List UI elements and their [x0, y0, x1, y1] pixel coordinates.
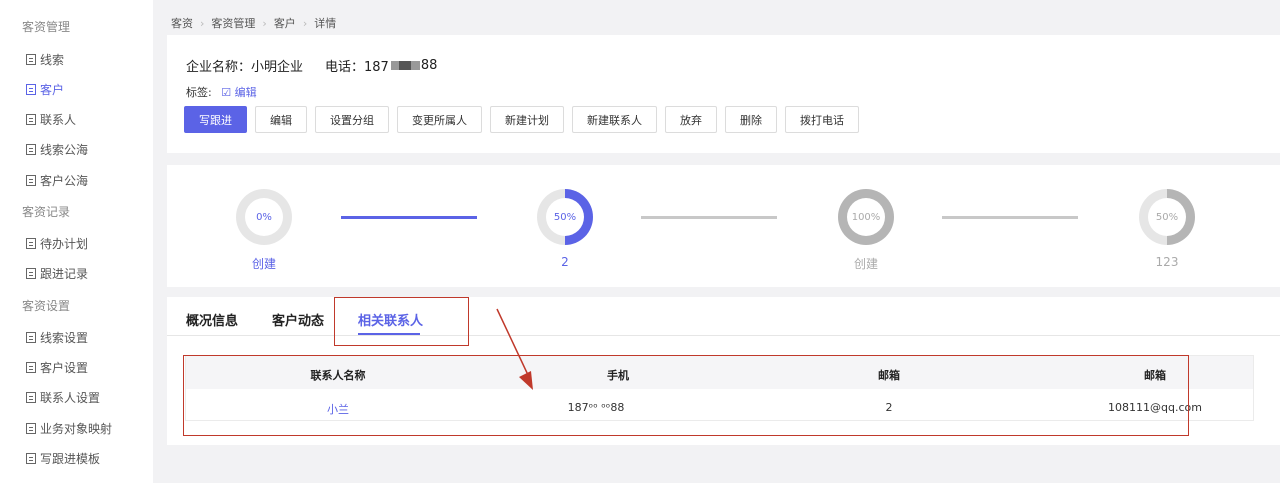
tab-overview[interactable]: 概况信息	[186, 310, 238, 329]
detail-tabs-card: 概况信息 客户动态 相关联系人 联系人名称 手机 邮箱 邮箱 小兰 187ᵒᵒ …	[167, 297, 1280, 445]
contact-phone: 187ᵒᵒ ᵒᵒ88	[567, 401, 625, 414]
contact-email-2: 108111@qq.com	[1108, 401, 1202, 414]
list-icon	[26, 114, 36, 125]
sidebar-item-lead-pool[interactable]: 线索公海	[26, 141, 88, 158]
list-icon	[26, 362, 36, 373]
set-group-button[interactable]: 设置分组	[315, 106, 389, 133]
stage-connector	[942, 216, 1078, 219]
chevron-right-icon: ›	[262, 16, 267, 30]
breadcrumb-item[interactable]: 客资	[171, 15, 193, 31]
breadcrumb-item[interactable]: 客资管理	[211, 15, 255, 31]
sidebar-item-object-mapping[interactable]: 业务对象映射	[26, 420, 112, 437]
redaction-mask	[398, 61, 411, 70]
phone-suffix: 88	[420, 58, 438, 73]
contacts-table: 联系人名称 手机 邮箱 邮箱 小兰 187ᵒᵒ ᵒᵒ88 2 108111@qq…	[185, 355, 1254, 421]
breadcrumb-item-current: 详情	[314, 17, 337, 30]
sidebar-item-followup-records[interactable]: 跟进记录	[26, 265, 88, 282]
list-icon	[26, 332, 36, 343]
edit-button[interactable]: 编辑	[255, 106, 307, 133]
list-icon	[26, 268, 36, 279]
sidebar-group-customer-management: 客资管理	[22, 20, 71, 34]
sidebar-item-contact-settings[interactable]: 联系人设置	[26, 389, 100, 406]
sidebar-item-customer-pool[interactable]: 客户公海	[26, 172, 88, 189]
tab-divider	[167, 335, 1280, 336]
sidebar-item-leads[interactable]: 线索	[26, 51, 64, 68]
edit-icon: ☑	[221, 86, 232, 99]
list-icon	[26, 84, 36, 95]
sidebar-item-lead-settings[interactable]: 线索设置	[26, 329, 88, 346]
list-icon	[26, 144, 36, 155]
list-icon	[26, 453, 36, 464]
phone-number: 电话：187	[325, 60, 389, 75]
contact-name-link[interactable]: 小兰	[268, 401, 408, 417]
breadcrumb-item[interactable]: 客户	[274, 15, 296, 31]
tags-row: 标签: ☑ 编辑	[186, 84, 257, 100]
chevron-right-icon: ›	[200, 16, 205, 30]
abandon-button[interactable]: 放弃	[665, 106, 717, 133]
stage-label: 2	[561, 255, 569, 269]
customer-header-card: 企业名称：小明企业 电话：187 88 标签: ☑ 编辑 写跟进 编辑 设置分组…	[167, 35, 1280, 153]
call-button[interactable]: 拨打电话	[785, 106, 859, 133]
list-icon	[26, 175, 36, 186]
stage-label: 创建	[853, 257, 878, 271]
sidebar-group-records: 客资记录	[22, 205, 71, 219]
list-icon	[26, 392, 36, 403]
sidebar-item-todo-plans[interactable]: 待办计划	[26, 235, 88, 252]
delete-button[interactable]: 删除	[725, 106, 777, 133]
list-icon	[26, 54, 36, 65]
stage-percent: 0%	[245, 198, 283, 236]
main-content: 客资 › 客资管理 › 客户 › 详情 企业名称：小明企业 电话：187 88 …	[153, 0, 1280, 483]
tab-customer-activity[interactable]: 客户动态	[272, 310, 324, 329]
stage-ring: 50%	[537, 189, 593, 245]
list-icon	[26, 238, 36, 249]
list-icon	[26, 423, 36, 434]
customer-title: 企业名称：小明企业 电话：187 88	[186, 56, 437, 75]
write-followup-button[interactable]: 写跟进	[184, 106, 247, 133]
sidebar-item-customer-settings[interactable]: 客户设置	[26, 359, 88, 376]
stage-ring: 0%	[236, 189, 292, 245]
chevron-right-icon: ›	[302, 16, 308, 30]
change-owner-button[interactable]: 变更所属人	[397, 106, 482, 133]
stage-label: 创建	[251, 257, 276, 271]
sidebar-item-contacts[interactable]: 联系人	[26, 111, 76, 128]
redaction-mask	[410, 61, 420, 70]
stage-ring: 100%	[838, 189, 894, 245]
tags-label: 标签:	[186, 86, 212, 99]
stage-label: 123	[1155, 255, 1179, 269]
company-name: 企业名称：小明企业	[186, 60, 304, 75]
action-toolbar: 写跟进 编辑 设置分组 变更所属人 新建计划 新建联系人 放弃 删除 拨打电话	[184, 106, 867, 133]
column-header-email-2: 邮箱	[1144, 369, 1166, 382]
column-header-email: 邮箱	[878, 369, 900, 382]
stage-progress-card: 0% 50% 100% 50% 创建 2 创建 123	[167, 165, 1280, 287]
tab-related-contacts[interactable]: 相关联系人	[358, 310, 423, 329]
stage-ring: 50%	[1139, 189, 1195, 245]
stage-connector	[641, 216, 777, 219]
new-contact-button[interactable]: 新建联系人	[572, 106, 657, 133]
stage-percent: 50%	[546, 198, 584, 236]
sidebar: 客资管理 线索 客户 联系人 线索公海 客户公海 客资记录 待办计划 跟进记录 …	[0, 0, 153, 483]
edit-tags-link[interactable]: ☑ 编辑	[221, 86, 256, 99]
redaction-mask	[390, 61, 399, 70]
column-header-phone: 手机	[607, 369, 629, 382]
column-header-name: 联系人名称	[310, 369, 366, 382]
stage-connector	[341, 216, 477, 219]
contact-email: 2	[885, 401, 893, 414]
stage-percent: 100%	[847, 198, 885, 236]
breadcrumb: 客资 › 客资管理 › 客户 › 详情	[171, 15, 336, 31]
stage-percent: 50%	[1148, 198, 1186, 236]
sidebar-item-followup-templates[interactable]: 写跟进模板	[26, 450, 100, 467]
new-plan-button[interactable]: 新建计划	[490, 106, 564, 133]
sidebar-item-customers[interactable]: 客户	[26, 81, 64, 98]
sidebar-group-settings: 客资设置	[22, 299, 71, 313]
